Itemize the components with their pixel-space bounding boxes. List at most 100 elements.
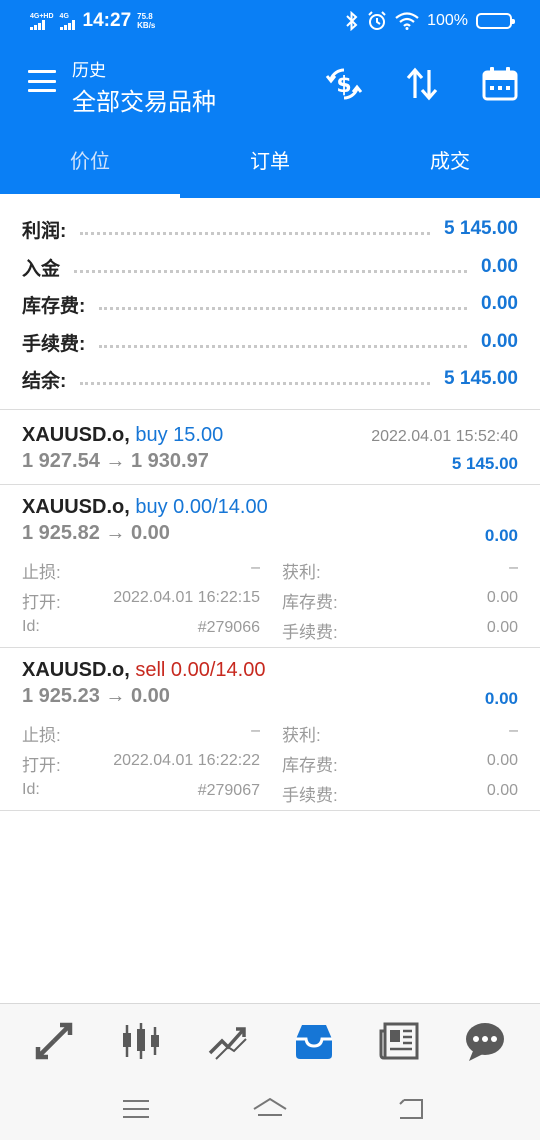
open-label: 打开: — [22, 756, 61, 775]
swap-label: 库存费: — [282, 756, 338, 775]
summary-row-profit: 利润: 5 145.00 — [22, 211, 518, 247]
trade-profit: 5 145.00 — [451, 454, 518, 473]
trade-prices: 1 925.82 → 0.00 — [22, 522, 170, 544]
stop-loss-label: 止损: — [22, 726, 61, 745]
commission-value: 0.00 — [486, 619, 518, 636]
stop-loss-value: – — [251, 722, 260, 739]
open-value: 2022.04.01 16:22:15 — [113, 589, 260, 606]
quotes-icon[interactable] — [29, 1016, 79, 1066]
summary-label: 利润: — [22, 220, 67, 242]
id-value: #279066 — [197, 619, 260, 636]
back-icon[interactable] — [394, 1091, 430, 1127]
news-icon[interactable] — [374, 1016, 424, 1066]
chat-icon[interactable] — [460, 1016, 510, 1066]
status-time: 14:27 — [82, 10, 132, 31]
open-value: 2022.04.01 16:22:22 — [113, 752, 260, 769]
symbol-text: XAUUSD.o, — [22, 424, 130, 446]
trade-row[interactable]: XAUUSD.o, sell 0.00/14.00 1 925.23 → 0.0… — [0, 648, 540, 811]
trade-row[interactable]: XAUUSD.o, buy 15.00 2022.04.01 15:52:40 … — [0, 411, 540, 485]
dot-leader — [80, 231, 431, 235]
take-profit-label: 获利: — [282, 563, 321, 582]
bluetooth-icon — [346, 11, 358, 31]
summary-row-balance: 结余: 5 145.00 — [22, 361, 518, 397]
bottom-nav — [0, 1003, 540, 1077]
trade-profit: 0.00 — [484, 526, 518, 545]
tab-orders[interactable]: 订单 — [180, 126, 360, 198]
symbol-text: XAUUSD.o, — [22, 659, 130, 681]
signal-1-icon: 4G+HD — [30, 13, 54, 30]
summary-row-commission: 手续费: 0.00 — [22, 324, 518, 360]
battery-percent: 100% — [427, 12, 468, 29]
network-speed: 75.8 KB/s — [137, 12, 155, 30]
take-profit-value: – — [509, 722, 518, 739]
chart-icon[interactable] — [116, 1016, 166, 1066]
wifi-icon — [395, 12, 419, 30]
sort-icon[interactable] — [402, 64, 442, 104]
id-value: #279067 — [197, 782, 260, 799]
id-label: Id: — [22, 618, 40, 635]
tab-price[interactable]: 价位 — [0, 126, 180, 198]
dollar-sync-icon[interactable]: $ — [324, 64, 364, 104]
account-summary: 利润: 5 145.00 入金 0.00 库存费: 0.00 手续费: 0.00… — [0, 198, 540, 410]
trade-side: buy 0.00/14.00 — [135, 496, 268, 518]
summary-value: 5 145.00 — [444, 368, 518, 389]
dot-leader — [80, 381, 431, 385]
recents-icon[interactable] — [118, 1091, 154, 1127]
id-label: Id: — [22, 781, 40, 798]
summary-value: 0.00 — [481, 293, 518, 314]
symbol-filter-title[interactable]: 全部交易品种 — [72, 82, 216, 117]
trade-time: 2022.04.01 15:52:40 — [371, 428, 518, 445]
trade-prices: 1 927.54 → 1 930.97 — [22, 450, 209, 472]
dot-leader — [99, 306, 468, 310]
trade-row[interactable]: XAUUSD.o, buy 0.00/14.00 1 925.82 → 0.00… — [0, 485, 540, 648]
take-profit-value: – — [509, 559, 518, 576]
svg-text:$: $ — [336, 73, 351, 98]
stop-loss-value: – — [251, 559, 260, 576]
stop-loss-label: 止损: — [22, 563, 61, 582]
tab-deals[interactable]: 成交 — [360, 126, 540, 198]
trade-symbol: XAUUSD.o, buy 15.00 — [22, 424, 223, 447]
symbol-text: XAUUSD.o, — [22, 496, 130, 518]
summary-value: 5 145.00 — [444, 218, 518, 239]
dot-leader — [74, 269, 468, 273]
trade-prices: 1 925.23 → 0.00 — [22, 685, 170, 707]
trade-side: sell 0.00/14.00 — [135, 659, 266, 681]
commission-label: 手续费: — [282, 623, 338, 642]
swap-label: 库存费: — [282, 593, 338, 612]
trade-symbol: XAUUSD.o, buy 0.00/14.00 — [22, 496, 268, 519]
swap-value: 0.00 — [486, 589, 518, 606]
summary-label: 入金 — [22, 258, 61, 280]
trade-profit: 0.00 — [484, 689, 518, 708]
trade-side: buy 15.00 — [135, 424, 224, 446]
trade-symbol: XAUUSD.o, sell 0.00/14.00 — [22, 659, 265, 682]
open-label: 打开: — [22, 593, 61, 612]
summary-row-swap: 库存费: 0.00 — [22, 286, 518, 322]
menu-icon[interactable] — [28, 70, 56, 92]
home-icon[interactable] — [252, 1091, 288, 1127]
summary-label: 库存费: — [22, 295, 86, 317]
trade-icon[interactable] — [203, 1016, 253, 1066]
speed-value: 75.8 — [137, 12, 153, 21]
network-type-2: 4G — [59, 12, 69, 20]
take-profit-label: 获利: — [282, 726, 321, 745]
summary-value: 0.00 — [481, 256, 518, 277]
calendar-icon[interactable] — [480, 64, 520, 104]
summary-label: 结余: — [22, 370, 67, 392]
page-subtitle: 历史 — [72, 61, 106, 80]
status-left: 4G+HD 4G 14:27 75.8 KB/s — [30, 8, 155, 34]
commission-label: 手续费: — [282, 786, 338, 805]
dot-leader — [99, 344, 468, 348]
signal-2-icon: 4G — [59, 12, 75, 30]
app-bar: 历史 全部交易品种 $ — [0, 42, 540, 126]
summary-label: 手续费: — [22, 333, 86, 355]
tab-bar: 价位 订单 成交 — [0, 126, 540, 198]
summary-row-deposit: 入金 0.00 — [22, 249, 518, 285]
system-nav — [0, 1077, 540, 1140]
swap-value: 0.00 — [486, 752, 518, 769]
speed-unit: KB/s — [137, 21, 156, 30]
commission-value: 0.00 — [486, 782, 518, 799]
history-icon[interactable] — [289, 1016, 339, 1066]
status-bar: 4G+HD 4G 14:27 75.8 KB/s 100% — [0, 0, 540, 42]
summary-value: 0.00 — [481, 331, 518, 352]
alarm-icon — [368, 11, 386, 30]
